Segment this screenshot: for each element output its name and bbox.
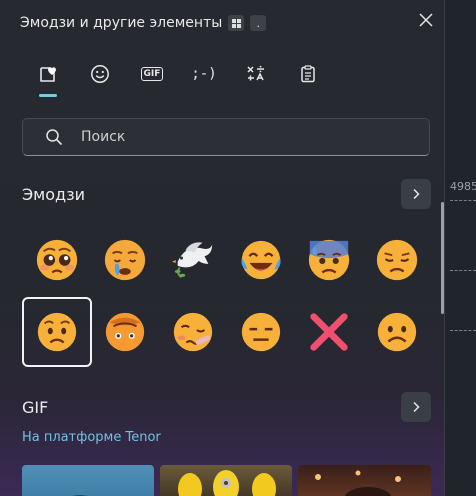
emoji-cross-mark[interactable]: [296, 299, 362, 365]
emoji-disappointed-face[interactable]: [364, 227, 430, 293]
gif-section-title: GIF: [22, 398, 49, 417]
search-icon: [45, 128, 63, 146]
search-box[interactable]: [22, 118, 430, 156]
emoji-section-title: Эмодзи: [22, 185, 85, 204]
emoji-face-peeking-upside-down[interactable]: [92, 299, 158, 365]
gif-thumbnail[interactable]: [298, 465, 431, 496]
symbols-icon: [247, 65, 264, 81]
close-button[interactable]: [414, 8, 438, 32]
emoji-woozy-face[interactable]: [160, 299, 226, 365]
gif-thumbnail[interactable]: [160, 465, 292, 496]
close-icon: [419, 13, 433, 27]
tab-symbols[interactable]: [230, 58, 282, 90]
emoji-crying-face[interactable]: [92, 227, 158, 293]
tenor-attribution-link[interactable]: На платформе Tenor: [22, 430, 161, 445]
windows-key-badge: [228, 15, 245, 31]
gif-section-more-button[interactable]: [401, 392, 431, 422]
tab-clipboard[interactable]: [282, 58, 334, 90]
chevron-right-icon: [413, 401, 420, 413]
background-app: [444, 0, 476, 496]
scrollbar-thumb[interactable]: [441, 202, 444, 314]
title-bar: Эмодзи и другие элементы .: [20, 12, 267, 34]
tab-favorites[interactable]: [22, 58, 74, 97]
tab-emoji[interactable]: [74, 58, 126, 90]
background-gridline: [450, 270, 476, 271]
category-tabs: GIF ;-): [22, 58, 334, 97]
heart-sticker-icon: [40, 67, 56, 82]
emoji-face-with-tears-of-joy[interactable]: [228, 227, 294, 293]
background-gridline: [450, 200, 476, 201]
emoji-dove[interactable]: [160, 227, 226, 293]
background-app-number: 4985: [450, 180, 476, 193]
emoji-section-more-button[interactable]: [401, 179, 431, 209]
background-gridline: [450, 330, 476, 331]
kaomoji-icon: ;-): [191, 66, 217, 82]
smiley-icon: [91, 65, 109, 83]
clipboard-icon: [301, 65, 315, 83]
emoji-expressionless-face[interactable]: [228, 299, 294, 365]
windows-logo-icon: [231, 18, 241, 28]
gif-thumbnail[interactable]: [22, 465, 154, 496]
tab-kaomoji[interactable]: ;-): [178, 58, 230, 90]
chevron-right-icon: [413, 188, 420, 200]
tab-selected-indicator: [39, 94, 57, 97]
tab-gif[interactable]: GIF: [126, 58, 178, 90]
emoji-frowning-face[interactable]: [364, 299, 430, 365]
gif-icon: GIF: [140, 67, 164, 81]
emoji-pleading-face[interactable]: [24, 227, 90, 293]
period-key-badge: .: [250, 15, 267, 31]
emoji-anxious-face-with-sweat[interactable]: [296, 227, 362, 293]
emoji-worried-face[interactable]: [22, 297, 92, 367]
search-input[interactable]: [79, 128, 383, 146]
window-title: Эмодзи и другие элементы: [20, 15, 223, 31]
emoji-panel: Эмодзи и другие элементы . GIF ;-) Поиск…: [0, 0, 445, 496]
